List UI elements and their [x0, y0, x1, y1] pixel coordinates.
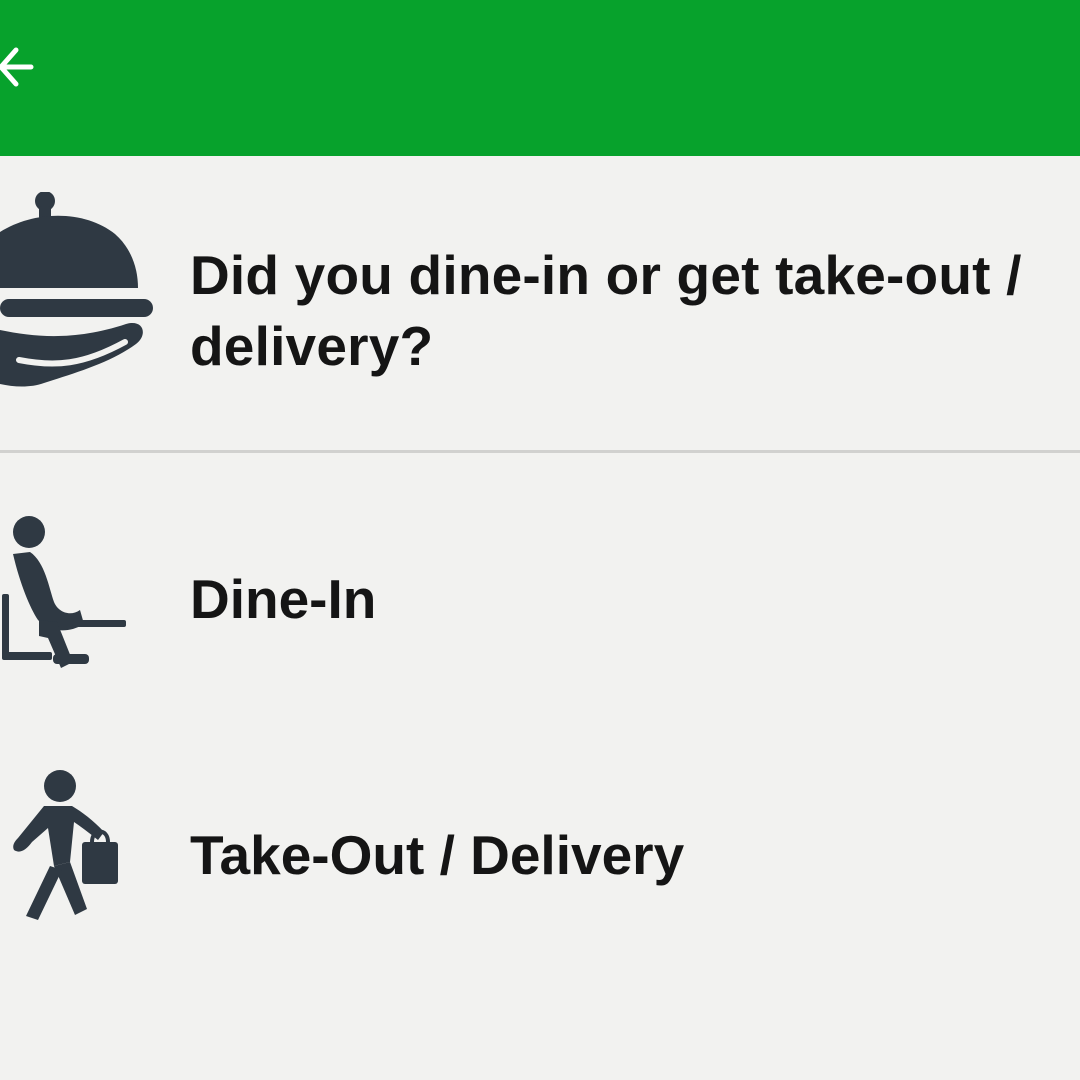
back-button[interactable] [0, 34, 40, 100]
dine-in-option[interactable]: Dine-In [0, 480, 1080, 720]
dine-in-label: Dine-In [190, 568, 377, 630]
take-out-delivery-label: Take-Out / Delivery [190, 824, 685, 886]
serving-cloche-icon [0, 192, 153, 387]
question-screen: Did you dine-in or get take-out / delive… [0, 156, 1080, 1080]
take-out-delivery-option[interactable]: Take-Out / Delivery [0, 738, 1080, 978]
question-text: Did you dine-in or get take-out / delive… [190, 244, 1022, 377]
divider [0, 450, 1080, 453]
app-bar [0, 0, 1080, 156]
person-seated-at-table-icon [2, 516, 126, 668]
person-walking-with-bag-icon [13, 770, 118, 920]
arrow-left-icon [0, 47, 34, 87]
question-header: Did you dine-in or get take-out / delive… [0, 156, 1080, 450]
